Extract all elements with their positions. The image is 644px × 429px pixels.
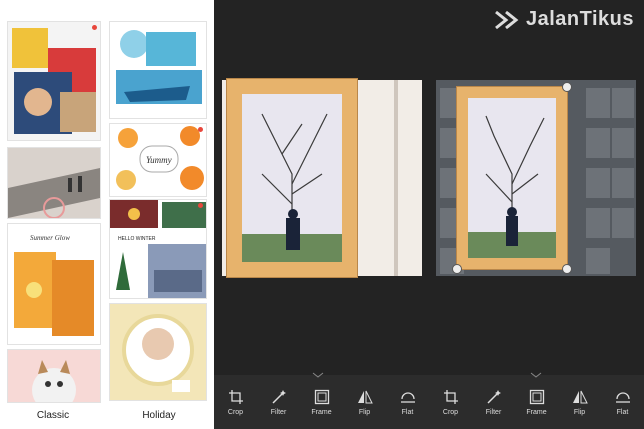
preview-canvas-flat	[222, 78, 422, 278]
crop-button[interactable]: Crop	[216, 389, 256, 416]
badge-dot	[198, 203, 203, 208]
logo-icon	[495, 10, 519, 29]
flip-icon	[357, 390, 373, 403]
toolbar-right: Crop Filter Frame Flip Flat	[429, 375, 644, 429]
magic-wand-icon	[486, 389, 501, 404]
flat-label: Flat	[401, 408, 414, 416]
collage-card-2[interactable]	[8, 148, 100, 218]
collage-card-4[interactable]: Yummy	[110, 124, 206, 196]
collage-card-3[interactable]	[110, 22, 206, 118]
flip-icon	[572, 390, 588, 403]
collage-card-7[interactable]	[8, 350, 100, 402]
crop-label: Crop	[227, 408, 244, 416]
chevron-down-icon	[312, 372, 324, 378]
rotate-handle[interactable]	[562, 264, 572, 274]
magic-wand-icon	[271, 389, 286, 404]
tab-classic[interactable]: Classic	[8, 410, 98, 421]
frame-button[interactable]: Frame	[302, 389, 342, 416]
collage-card-5[interactable]: HELLO WINTER	[110, 200, 206, 298]
svg-text:Yummy: Yummy	[146, 155, 172, 165]
photo	[468, 98, 556, 258]
frame-button[interactable]: Frame	[517, 389, 557, 416]
flat-button[interactable]: Flat	[388, 389, 428, 416]
flat-icon	[400, 391, 415, 403]
flip-label: Flip	[573, 408, 586, 416]
flip-label: Flip	[358, 408, 371, 416]
toolbar-left: Crop Filter Frame Flip Flat	[214, 375, 429, 429]
svg-text:HELLO WINTER: HELLO WINTER	[118, 236, 156, 242]
svg-text:Summer Glow: Summer Glow	[30, 234, 70, 242]
filter-label: Filter	[485, 408, 502, 416]
collage-card-6[interactable]: Summer Glow	[8, 224, 100, 344]
delete-handle[interactable]	[452, 264, 462, 274]
photo	[242, 94, 342, 262]
frame-icon	[314, 389, 329, 404]
filter-label: Filter	[270, 408, 287, 416]
filter-button[interactable]: Filter	[474, 389, 514, 416]
tab-holiday[interactable]: Holiday	[114, 410, 204, 421]
crop-icon	[228, 389, 243, 404]
frame-icon	[529, 389, 544, 404]
crop-icon	[443, 389, 458, 404]
watermark: JalanTikus	[494, 8, 634, 31]
collage-card-8[interactable]	[110, 304, 206, 400]
flip-button[interactable]: Flip	[560, 389, 600, 416]
crop-button[interactable]: Crop	[431, 389, 471, 416]
resize-handle[interactable]	[562, 82, 572, 92]
flat-label: Flat	[616, 408, 629, 416]
flat-button[interactable]: Flat	[603, 389, 643, 416]
filter-button[interactable]: Filter	[259, 389, 299, 416]
chevron-down-icon	[530, 372, 542, 378]
template-panel: Summer Glow Yummy HELLO WINTER Classic H…	[0, 0, 214, 429]
preview-canvas-tiled	[436, 80, 636, 276]
frame-label: Frame	[526, 408, 547, 416]
badge-dot	[198, 127, 203, 132]
frame-label: Frame	[311, 408, 332, 416]
crop-label: Crop	[442, 408, 459, 416]
watermark-text: JalanTikus	[525, 8, 634, 30]
collage-card-1[interactable]	[8, 22, 100, 140]
badge-dot	[92, 25, 97, 30]
flat-icon	[615, 391, 630, 403]
select-checkbox[interactable]	[193, 3, 207, 17]
flip-button[interactable]: Flip	[345, 389, 385, 416]
